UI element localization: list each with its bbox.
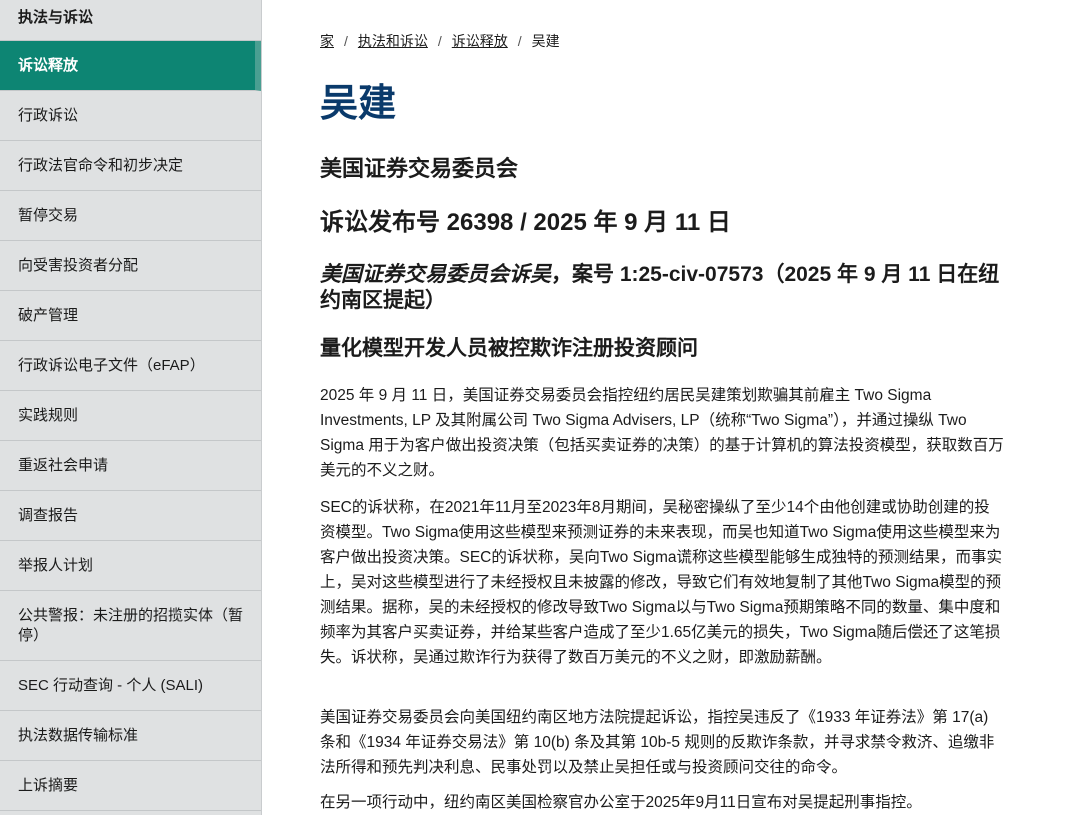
breadcrumb-separator: / — [344, 33, 348, 49]
breadcrumb-releases-link[interactable]: 诉讼释放 — [452, 33, 508, 49]
sidebar-item-data-standards[interactable]: 执法数据传输标准 — [0, 711, 261, 761]
case-name: 美国证券交易委员会诉吴 — [320, 263, 551, 286]
release-number-heading: 诉讼发布号 26398 / 2025 年 9 月 11 日 — [320, 209, 731, 236]
sidebar-item-alj-orders[interactable]: 行政法官命令和初步决定 — [0, 141, 261, 191]
sidebar-section-title[interactable]: 执法与诉讼 — [0, 0, 261, 41]
sidebar-item-litigation-releases[interactable]: 诉讼释放 — [0, 41, 261, 91]
breadcrumb-enforcement-link[interactable]: 执法和诉讼 — [358, 33, 428, 49]
sidebar-nav: 执法与诉讼 诉讼释放 行政诉讼 行政法官命令和初步决定 暂停交易 向受害投资者分… — [0, 0, 262, 815]
release-subheading: 量化模型开发人员被控欺诈注册投资顾问 — [320, 337, 698, 360]
breadcrumb-separator: / — [437, 33, 442, 49]
sidebar-item-public-alert[interactable]: 公共警报：未注册的招揽实体（暂停） — [0, 591, 261, 661]
sidebar-item-reentry-applications[interactable]: 重返社会申请 — [0, 441, 261, 491]
case-heading: 美国证券交易委员会诉吴，案号 1:25-civ-07573（2025 年 9 月… — [320, 262, 1000, 314]
breadcrumb: 家 / 执法和诉讼 / 诉讼释放 / 吴建 — [320, 31, 560, 51]
body-paragraph: 在另一项行动中，纽约南区美国检察官办公室于2025年9月11日宣布对吴提起刑事指… — [320, 794, 922, 811]
breadcrumb-home-link[interactable]: 家 — [320, 33, 334, 49]
sidebar-item-efap[interactable]: 行政诉讼电子文件（eFAP） — [0, 341, 261, 391]
body-paragraph: 美国证券交易委员会向美国纽约南区地方法院提起诉讼，指控吴违反了《1933 年证券… — [320, 709, 995, 776]
sidebar-item-investor-distributions[interactable]: 向受害投资者分配 — [0, 241, 261, 291]
breadcrumb-separator: / — [517, 33, 522, 49]
sidebar-item-trading-suspensions[interactable]: 暂停交易 — [0, 191, 261, 241]
page-title: 吴建 — [320, 83, 397, 125]
sidebar-item-sali[interactable]: SEC 行动查询 - 个人 (SALI) — [0, 661, 261, 711]
body-paragraph: SEC的诉状称，在2021年11月至2023年8月期间，吴秘密操纵了至少14个由… — [320, 499, 1003, 666]
sidebar-item-appellate-briefs[interactable]: 上诉摘要 — [0, 761, 261, 811]
sidebar-item-receiverships[interactable]: 破产管理 — [0, 291, 261, 341]
agency-heading: 美国证券交易委员会 — [320, 156, 519, 181]
sidebar-item-rules-of-practice[interactable]: 实践规则 — [0, 391, 261, 441]
sidebar-item-whistleblower[interactable]: 举报人计划 — [0, 541, 261, 591]
sidebar-item-administrative-proceedings[interactable]: 行政诉讼 — [0, 91, 261, 141]
breadcrumb-current: 吴建 — [531, 33, 560, 49]
sidebar-item-investigation-reports[interactable]: 调查报告 — [0, 491, 261, 541]
body-paragraph: 2025 年 9 月 11 日，美国证券交易委员会指控纽约居民吴建策划欺骗其前雇… — [320, 387, 1004, 479]
